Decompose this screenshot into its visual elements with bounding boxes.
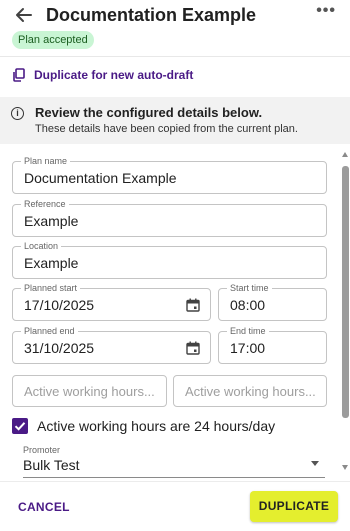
end-time-label: End time [227,326,269,337]
scroll-up-arrow-icon[interactable] [342,152,348,157]
scroll-down-arrow-icon[interactable] [342,465,348,470]
info-banner-subtitle: These details have been copied from the … [35,123,298,135]
checkmark-icon [14,422,26,431]
calendar-icon[interactable] [186,298,200,312]
footer-divider [0,481,350,482]
active-hours-end-placeholder: Active working hours... [185,384,316,399]
location-value: Example [24,255,79,271]
active-hours-start-input[interactable]: Active working hours... [12,375,167,407]
duplicate-auto-draft-link[interactable]: Duplicate for new auto-draft [12,66,193,84]
reference-field[interactable]: Reference Example [12,199,327,237]
all-day-checkbox[interactable] [12,418,28,434]
start-time-field[interactable]: Start time 08:00 [218,283,327,321]
plan-name-field[interactable]: Plan name Documentation Example [12,156,327,194]
reference-label: Reference [21,199,69,210]
dialog-header: Documentation Example ••• Plan accepted [0,0,350,56]
planned-end-value: 31/10/2025 [24,340,95,356]
planned-start-label: Planned start [21,283,81,294]
end-time-field[interactable]: End time 17:00 [218,326,327,364]
duplicate-auto-draft-label: Duplicate for new auto-draft [34,68,194,82]
reference-value: Example [24,213,79,229]
all-day-checkbox-label: Active working hours are 24 hours/day [37,418,276,434]
active-hours-start-placeholder: Active working hours... [24,384,155,399]
location-label: Location [21,241,62,252]
plan-name-label: Plan name [21,156,71,167]
start-time-label: Start time [227,283,272,294]
planned-end-label: Planned end [21,326,78,337]
back-arrow-icon[interactable] [14,5,36,27]
info-banner-title: Review the configured details below. [35,105,263,120]
calendar-icon[interactable] [186,341,200,355]
plan-name-value: Documentation Example [24,170,177,186]
promoter-select[interactable]: Promoter Bulk Test [23,445,325,478]
location-field[interactable]: Location Example [12,241,327,279]
info-icon: i [11,107,24,120]
more-options-icon[interactable]: ••• [316,2,336,20]
planned-end-field[interactable]: Planned end 31/10/2025 [12,326,211,364]
promoter-value: Bulk Test [23,457,80,473]
arrow-left-icon [16,8,32,22]
start-time-value: 08:00 [230,297,266,313]
status-badge: Plan accepted [12,31,94,49]
scrollbar-thumb[interactable] [342,166,349,418]
page-title: Documentation Example [46,5,257,25]
chevron-down-icon [311,461,319,466]
planned-start-value: 17/10/2025 [24,297,95,313]
copy-icon [13,68,25,82]
planned-start-field[interactable]: Planned start 17/10/2025 [12,283,211,321]
active-hours-end-input[interactable]: Active working hours... [173,375,327,407]
promoter-label: Promoter [23,445,61,456]
header-divider [0,56,350,57]
info-banner: i Review the configured details below. T… [0,97,350,144]
cancel-button[interactable]: CANCEL [18,500,70,514]
end-time-value: 17:00 [230,340,266,356]
duplicate-button[interactable]: DUPLICATE [250,491,338,522]
